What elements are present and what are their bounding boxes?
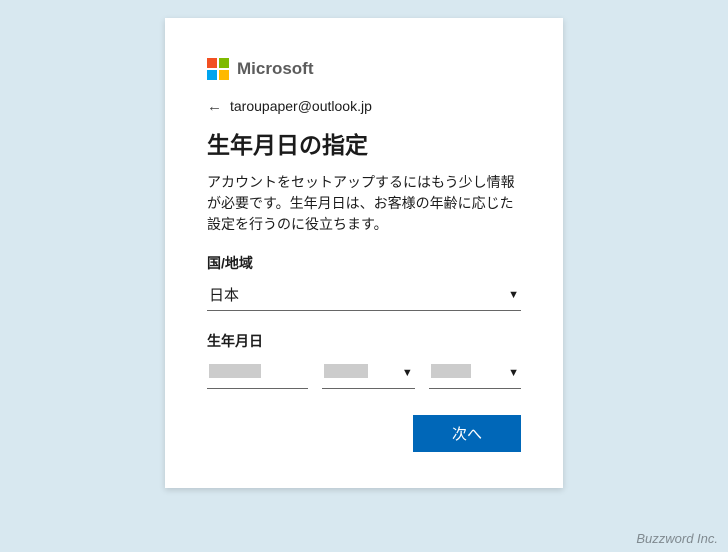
identity-row: ← taroupaper@outlook.jp bbox=[207, 98, 521, 114]
signup-card: Microsoft ← taroupaper@outlook.jp 生年月日の指… bbox=[165, 18, 563, 488]
chevron-down-icon: ▼ bbox=[402, 367, 415, 379]
brand-row: Microsoft bbox=[207, 58, 521, 80]
brand-name: Microsoft bbox=[237, 59, 314, 79]
dob-year-select[interactable] bbox=[207, 357, 308, 389]
back-arrow-icon[interactable]: ← bbox=[207, 99, 222, 114]
country-label: 国/地域 bbox=[207, 253, 521, 273]
page-description: アカウントをセットアップするにはもう少し情報が必要です。生年月日は、お客様の年齢… bbox=[207, 172, 521, 235]
page-title: 生年月日の指定 bbox=[207, 126, 521, 160]
dob-year-value bbox=[207, 360, 308, 386]
chevron-down-icon: ▼ bbox=[508, 367, 521, 379]
country-select[interactable]: 日本 ▼ bbox=[207, 279, 521, 311]
dob-row: ▼ ▼ bbox=[207, 357, 521, 389]
dob-month-select[interactable]: ▼ bbox=[322, 357, 414, 389]
button-row: 次へ bbox=[207, 415, 521, 452]
identity-email[interactable]: taroupaper@outlook.jp bbox=[230, 98, 372, 114]
watermark: Buzzword Inc. bbox=[636, 531, 718, 546]
dob-day-select[interactable]: ▼ bbox=[429, 357, 521, 389]
country-value: 日本 bbox=[207, 280, 508, 309]
dob-label: 生年月日 bbox=[207, 331, 521, 351]
microsoft-logo-icon bbox=[207, 58, 229, 80]
dob-month-value bbox=[322, 360, 401, 386]
chevron-down-icon: ▼ bbox=[508, 289, 521, 301]
dob-day-value bbox=[429, 360, 508, 386]
next-button[interactable]: 次へ bbox=[413, 415, 521, 452]
